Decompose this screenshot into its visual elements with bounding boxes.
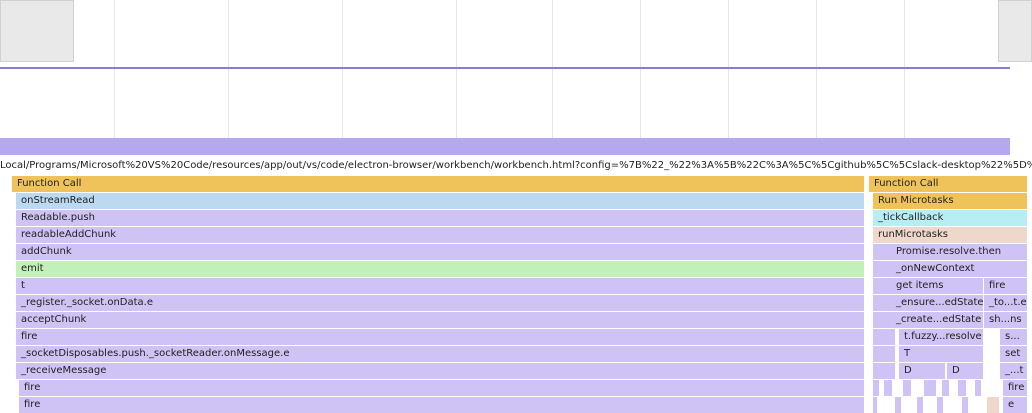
flame-entry-fragment[interactable] xyxy=(873,380,879,396)
flame-entry[interactable]: _socketDisposables.push._socketReader.on… xyxy=(16,346,864,362)
task-band[interactable] xyxy=(0,138,1010,155)
flame-entry-fragment[interactable] xyxy=(895,397,901,413)
flame-entry[interactable]: addChunk xyxy=(16,244,864,260)
flame-entry[interactable]: acceptChunk xyxy=(16,312,864,328)
grid-line xyxy=(228,0,229,138)
flame-entry[interactable]: t xyxy=(16,278,864,294)
grid-line xyxy=(816,0,817,138)
flame-entry-fragment[interactable] xyxy=(942,380,949,396)
flame-entry-fragment[interactable] xyxy=(873,397,877,413)
flame-entry-spacer xyxy=(873,346,895,362)
flame-entry[interactable]: fire xyxy=(984,278,1027,294)
flame-entry-fragment[interactable] xyxy=(917,397,923,413)
flame-entry-spacer xyxy=(873,312,891,328)
flame-entry[interactable]: set xyxy=(1000,346,1027,362)
flame-entry[interactable]: D xyxy=(947,363,983,379)
flame-entry-fragment[interactable] xyxy=(937,397,943,413)
flame-entry[interactable]: get items xyxy=(891,278,983,294)
flame-entry[interactable]: T xyxy=(899,346,983,362)
flame-entry[interactable]: _ensure...edState xyxy=(891,295,983,311)
flame-entry-spacer xyxy=(873,295,891,311)
grid-line xyxy=(552,0,553,138)
grid-line xyxy=(114,0,115,138)
flame-entry[interactable]: Promise.resolve.then xyxy=(891,244,1027,260)
flame-entry[interactable]: onStreamRead xyxy=(16,193,864,209)
flame-entry[interactable]: Readable.push xyxy=(16,210,864,226)
flame-entry[interactable]: readableAddChunk xyxy=(16,227,864,243)
flame-entry-fragment[interactable] xyxy=(987,397,999,413)
task-url[interactable]: Local/Programs/Microsoft%20VS%20Code/res… xyxy=(0,158,1032,173)
flame-entry[interactable]: _receiveMessage xyxy=(16,363,864,379)
flame-entry[interactable]: fire xyxy=(19,397,864,413)
flame-entry[interactable]: _onNewContext xyxy=(891,261,1027,277)
flame-entry-spacer xyxy=(873,244,891,260)
flame-entry[interactable]: Function Call xyxy=(869,176,1027,192)
flame-entry-spacer xyxy=(873,329,895,345)
cpu-activity-line xyxy=(0,67,1010,69)
flame-entry-fragment[interactable] xyxy=(962,397,968,413)
flame-entry[interactable]: _tickCallback xyxy=(873,210,1027,226)
flame-entry[interactable]: fire xyxy=(1003,380,1027,396)
flame-entry[interactable]: _to...t.e xyxy=(984,295,1027,311)
flame-entry[interactable]: runMicrotasks xyxy=(873,227,1027,243)
flame-entry-fragment[interactable] xyxy=(958,380,966,396)
flame-entry[interactable]: Run Microtasks xyxy=(873,193,1027,209)
flame-entry[interactable]: _register._socket.onData.e xyxy=(16,295,864,311)
flame-entry[interactable]: fire xyxy=(16,329,864,345)
flame-entry[interactable]: sh...ns xyxy=(984,312,1027,328)
flame-entry[interactable]: e xyxy=(1003,397,1027,413)
flame-entry[interactable]: fire xyxy=(19,380,864,396)
flame-entry-spacer xyxy=(873,363,895,379)
flame-entry[interactable]: emit xyxy=(16,261,864,277)
flame-entry-fragment[interactable] xyxy=(975,380,981,396)
screenshot-thumbnail-left[interactable] xyxy=(0,0,74,62)
flame-entry-fragment[interactable] xyxy=(924,380,936,396)
flame-entry[interactable]: t.fuzzy...resolve xyxy=(899,329,983,345)
flame-entry[interactable]: D xyxy=(899,363,945,379)
grid-line xyxy=(728,0,729,138)
grid-line xyxy=(904,0,905,138)
grid-line xyxy=(640,0,641,138)
flame-entry[interactable]: s... xyxy=(1000,329,1027,345)
flame-entry[interactable]: _...t xyxy=(1000,363,1027,379)
grid-line xyxy=(456,0,457,138)
flame-entry-fragment[interactable] xyxy=(903,380,911,396)
flame-entry[interactable]: _create...edState xyxy=(891,312,983,328)
grid-line xyxy=(342,0,343,138)
screenshot-thumbnail-right[interactable] xyxy=(998,0,1032,62)
flame-entry-spacer xyxy=(873,261,891,277)
flame-entry-fragment[interactable] xyxy=(884,380,892,396)
flame-entry-spacer xyxy=(873,278,891,294)
flame-entry[interactable]: Function Call xyxy=(12,176,864,192)
